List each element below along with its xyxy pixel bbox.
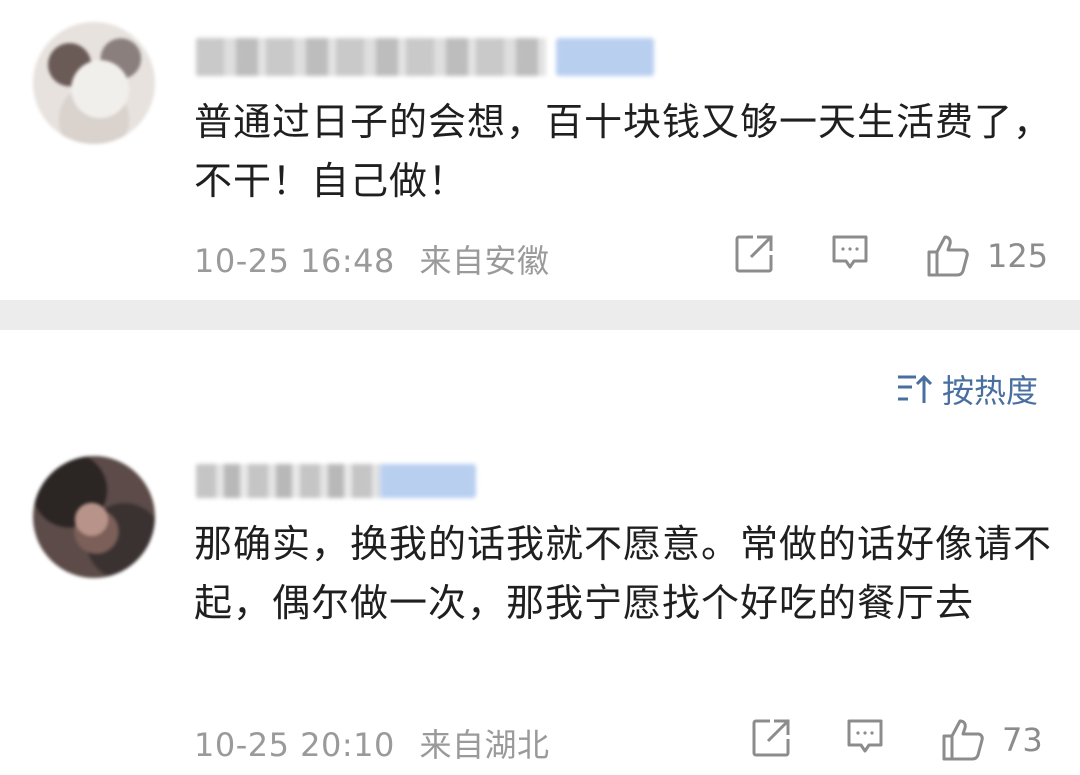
like-button[interactable]: 125 bbox=[925, 233, 1048, 279]
sort-by-heat-button[interactable]: 按热度 bbox=[896, 366, 1038, 412]
avatar[interactable] bbox=[33, 22, 155, 144]
comment-time: 10-25 16:48 bbox=[194, 242, 395, 280]
section-divider bbox=[0, 300, 1080, 330]
comment-text: 普通过日子的会想，百十块钱又够一天生活费了，不干！自己做！ bbox=[194, 100, 1053, 203]
comment-location: 来自安徽 bbox=[419, 242, 550, 280]
reply-button[interactable] bbox=[845, 717, 885, 757]
share-icon bbox=[735, 235, 773, 273]
comment-meta: 10-25 16:48 来自安徽 bbox=[194, 236, 550, 282]
thumbs-up-icon bbox=[927, 235, 969, 277]
like-count: 125 bbox=[987, 237, 1049, 275]
reply-button[interactable] bbox=[830, 233, 870, 273]
comment-time: 10-25 20:10 bbox=[194, 726, 395, 764]
share-button[interactable] bbox=[750, 717, 792, 759]
share-icon bbox=[752, 719, 790, 757]
username-blurred[interactable] bbox=[196, 464, 381, 498]
username-blurred[interactable] bbox=[196, 38, 546, 76]
comment-location: 来自湖北 bbox=[419, 726, 550, 764]
comment-icon bbox=[832, 235, 868, 269]
comment-icon bbox=[847, 719, 883, 753]
sort-icon bbox=[897, 374, 932, 403]
share-button[interactable] bbox=[733, 233, 775, 275]
avatar[interactable] bbox=[33, 456, 155, 578]
like-count: 73 bbox=[1002, 721, 1043, 759]
user-badge-blurred bbox=[380, 464, 476, 498]
comment-item: 普通过日子的会想，百十块钱又够一天生活费了，不干！自己做！ 10-25 16:4… bbox=[0, 0, 1080, 300]
comment-meta: 10-25 20:10 来自湖北 bbox=[194, 720, 550, 766]
comment-feed: 普通过日子的会想，百十块钱又够一天生活费了，不干！自己做！ 10-25 16:4… bbox=[0, 0, 1080, 775]
comment-item: 那确实，换我的话我就不愿意。常做的话好像请不起，偶尔做一次，那我宁愿找个好吃的餐… bbox=[0, 440, 1080, 775]
comment-text: 那确实，换我的话我就不愿意。常做的话好像请不起，偶尔做一次，那我宁愿找个好吃的餐… bbox=[194, 522, 1053, 625]
like-button[interactable]: 73 bbox=[940, 717, 1043, 763]
sort-label: 按热度 bbox=[941, 372, 1038, 410]
user-badge-blurred bbox=[556, 38, 654, 76]
thumbs-up-icon bbox=[942, 719, 984, 761]
